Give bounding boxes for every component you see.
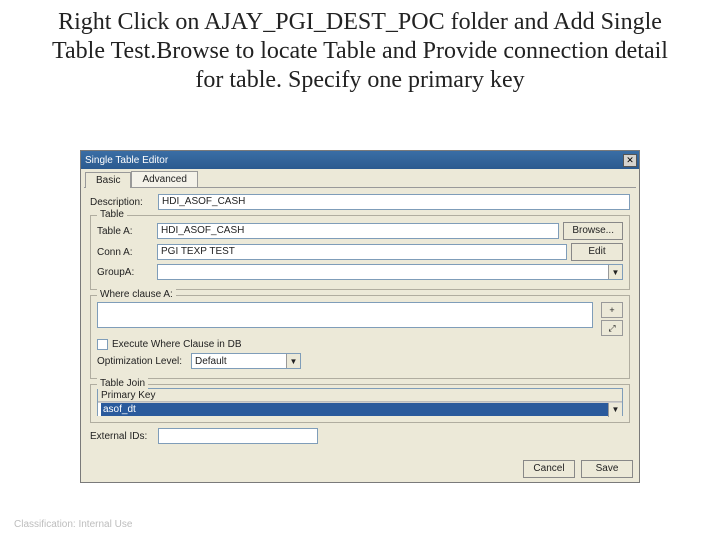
primary-key-select[interactable]: asof_dt ▼ bbox=[98, 402, 622, 416]
conn-a-label: Conn A: bbox=[97, 247, 153, 258]
where-legend: Where clause A: bbox=[97, 289, 176, 300]
optimization-label: Optimization Level: bbox=[97, 356, 187, 367]
chevron-down-icon: ▼ bbox=[286, 354, 300, 368]
editor-panel: Description: HDI_ASOF_CASH Table Table A… bbox=[84, 187, 636, 453]
table-legend: Table bbox=[97, 209, 127, 220]
titlebar: Single Table Editor ✕ bbox=[81, 151, 639, 169]
expand-clause-icon[interactable]: ⤢ bbox=[601, 320, 623, 336]
tab-advanced[interactable]: Advanced bbox=[131, 171, 197, 187]
chevron-down-icon: ▼ bbox=[608, 403, 622, 417]
save-button[interactable]: Save bbox=[581, 460, 633, 478]
execute-in-db-checkbox[interactable] bbox=[97, 339, 108, 350]
optimization-value: Default bbox=[195, 356, 227, 367]
where-fieldset: Where clause A: + ⤢ Execute Where Clause… bbox=[90, 295, 630, 379]
browse-button[interactable]: Browse... bbox=[563, 222, 623, 240]
dialog-footer: Cancel Save bbox=[81, 456, 639, 482]
tab-basic[interactable]: Basic bbox=[85, 172, 131, 188]
add-clause-icon[interactable]: + bbox=[601, 302, 623, 318]
edit-button[interactable]: Edit bbox=[571, 243, 623, 261]
conn-a-input[interactable]: PGI TEXP TEST bbox=[157, 244, 567, 260]
where-textarea[interactable] bbox=[97, 302, 593, 328]
primary-key-value: asof_dt bbox=[101, 403, 608, 416]
table-a-input[interactable]: HDI_ASOF_CASH bbox=[157, 223, 559, 239]
single-table-editor-window: Single Table Editor ✕ Basic Advanced Des… bbox=[80, 150, 640, 483]
table-join-fieldset: Table Join Primary Key asof_dt ▼ bbox=[90, 384, 630, 423]
chevron-down-icon: ▼ bbox=[608, 265, 622, 279]
close-icon[interactable]: ✕ bbox=[623, 154, 637, 167]
group-a-label: GroupA: bbox=[97, 267, 153, 278]
slide-title: Right Click on AJAY_PGI_DEST_POC folder … bbox=[0, 0, 720, 94]
description-input[interactable]: HDI_ASOF_CASH bbox=[158, 194, 630, 210]
description-label: Description: bbox=[90, 197, 154, 208]
tab-strip: Basic Advanced bbox=[81, 169, 639, 187]
external-ids-input[interactable] bbox=[158, 428, 318, 444]
cancel-button[interactable]: Cancel bbox=[523, 460, 575, 478]
execute-in-db-label: Execute Where Clause in DB bbox=[112, 339, 242, 350]
table-a-label: Table A: bbox=[97, 226, 153, 237]
primary-key-list: Primary Key asof_dt ▼ bbox=[97, 388, 623, 416]
classification-label: Classification: Internal Use bbox=[14, 519, 132, 530]
table-join-legend: Table Join bbox=[97, 378, 148, 389]
external-ids-label: External IDs: bbox=[90, 431, 154, 442]
table-fieldset: Table Table A: HDI_ASOF_CASH Browse... C… bbox=[90, 215, 630, 290]
optimization-select[interactable]: Default ▼ bbox=[191, 353, 301, 369]
primary-key-header: Primary Key bbox=[98, 389, 622, 402]
window-title: Single Table Editor bbox=[85, 155, 168, 166]
group-a-select[interactable]: ▼ bbox=[157, 264, 623, 280]
